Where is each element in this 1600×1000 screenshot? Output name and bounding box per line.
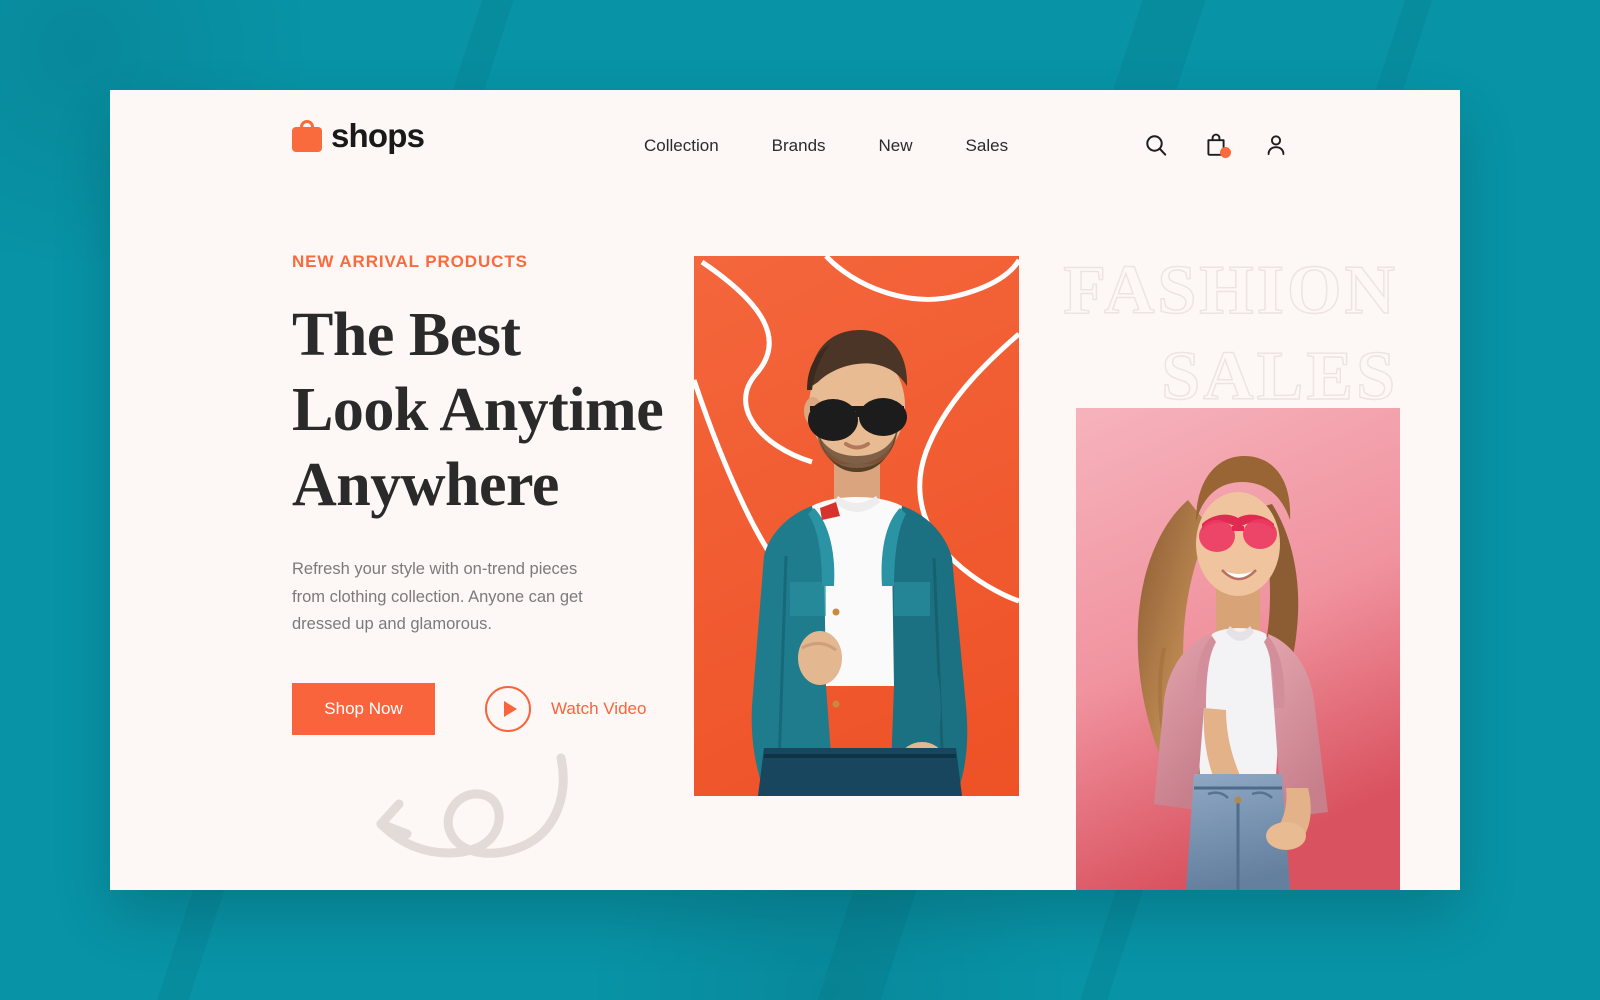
hero-copy: NEW ARRIVAL PRODUCTS The Best Look Anyti… (292, 252, 692, 735)
woman-photo (1076, 408, 1400, 890)
man-figure (751, 330, 968, 796)
decorative-outline-text: FASHION SALES (978, 248, 1398, 420)
brand-name: shops (331, 117, 425, 154)
search-icon[interactable] (1144, 133, 1168, 157)
nav-link-new[interactable]: New (879, 136, 913, 156)
main-navigation: Collection Brands New Sales (644, 136, 1008, 156)
cart-badge-dot (1220, 147, 1231, 158)
hero-eyebrow: NEW ARRIVAL PRODUCTS (292, 252, 528, 271)
cart-icon[interactable] (1204, 132, 1231, 158)
headline-line-2: Look Anytime (292, 376, 664, 445)
site-header: shops Collection Brands New Sales (110, 90, 1460, 210)
headline-line-1: The Best (292, 301, 521, 369)
outline-text-line-1: FASHION (1063, 251, 1398, 329)
curly-arrow-icon (376, 753, 568, 858)
user-icon[interactable] (1264, 133, 1288, 157)
brand-logo[interactable]: shops (292, 117, 425, 155)
header-actions (1144, 132, 1288, 158)
nav-link-sales[interactable]: Sales (966, 136, 1009, 156)
woman-figure (1076, 408, 1400, 890)
page-backdrop: shops Collection Brands New Sales NEW AR… (0, 0, 1600, 1000)
watch-video-button[interactable]: Watch Video (485, 685, 647, 732)
hero-card: shops Collection Brands New Sales NEW AR… (110, 90, 1460, 890)
nav-link-brands[interactable]: Brands (772, 136, 826, 156)
page-title: The Best Look Anytime Anywhere (292, 298, 692, 523)
shopping-bag-icon (292, 120, 322, 152)
hero-description: Refresh your style with on-trend pieces … (292, 560, 583, 634)
headline-line-3: Anywhere (292, 451, 559, 520)
watch-video-label: Watch Video (551, 698, 647, 718)
hero-cta-row: Shop Now Watch Video (292, 682, 692, 735)
nav-link-collection[interactable]: Collection (644, 136, 719, 156)
shop-now-button[interactable]: Shop Now (292, 682, 435, 735)
man-photo (694, 256, 1019, 796)
play-icon (485, 685, 531, 732)
